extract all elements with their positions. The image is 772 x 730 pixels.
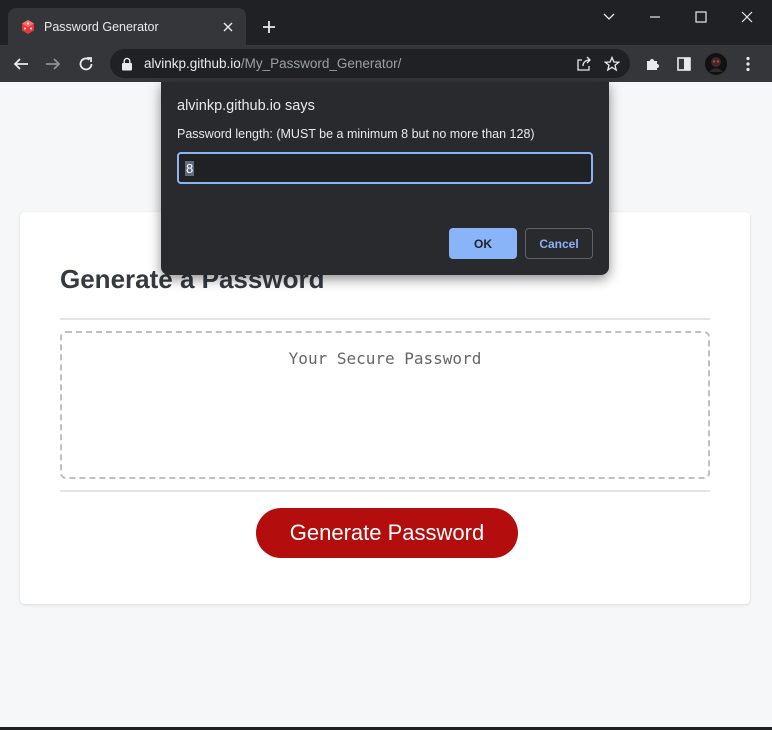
plus-icon[interactable] — [258, 16, 280, 38]
kebab-menu-icon[interactable] — [735, 51, 761, 77]
password-output[interactable] — [60, 331, 710, 479]
reload-icon[interactable] — [73, 51, 99, 77]
url-path: /My_Password_Generator/ — [240, 56, 402, 71]
browser-window: Password Generator alvinkp.github.io/My_… — [0, 0, 772, 730]
maximize-icon[interactable] — [690, 6, 712, 28]
forward-arrow-icon[interactable] — [40, 51, 66, 77]
chevron-down-icon[interactable] — [598, 6, 620, 28]
divider-bottom — [60, 490, 710, 492]
share-icon[interactable] — [570, 50, 598, 78]
password-length-value[interactable]: 8 — [185, 160, 195, 176]
browser-toolbar: alvinkp.github.io/My_Password_Generator/ — [0, 45, 772, 82]
prompt-dialog: alvinkp.github.io says Password length: … — [161, 82, 609, 275]
tab-title: Password Generator — [44, 19, 159, 34]
extensions-icon[interactable] — [639, 51, 665, 77]
divider-top — [60, 318, 710, 320]
close-icon[interactable] — [220, 19, 236, 35]
browser-tab[interactable]: Password Generator — [8, 8, 246, 45]
generate-password-button[interactable]: Generate Password — [256, 508, 518, 558]
side-panel-icon[interactable] — [671, 51, 697, 77]
dialog-title: alvinkp.github.io says — [177, 98, 315, 114]
password-textarea[interactable] — [62, 333, 708, 477]
address-bar[interactable]: alvinkp.github.io/My_Password_Generator/ — [110, 49, 630, 78]
tab-strip: Password Generator — [0, 0, 772, 45]
cancel-button[interactable]: Cancel — [525, 228, 593, 259]
back-arrow-icon[interactable] — [8, 51, 34, 77]
ok-button[interactable]: OK — [449, 228, 517, 259]
star-icon[interactable] — [598, 50, 626, 78]
dialog-message: Password length: (MUST be a minimum 8 bu… — [177, 127, 535, 141]
url-text: alvinkp.github.io/My_Password_Generator/ — [144, 56, 570, 71]
tab-favicon-icon — [20, 19, 36, 35]
lock-icon[interactable] — [120, 57, 134, 71]
password-length-input[interactable]: 8 — [177, 152, 593, 184]
url-host: alvinkp.github.io — [144, 56, 241, 71]
avatar[interactable] — [703, 51, 729, 77]
minimize-icon[interactable] — [644, 6, 666, 28]
close-window-icon[interactable] — [736, 6, 758, 28]
